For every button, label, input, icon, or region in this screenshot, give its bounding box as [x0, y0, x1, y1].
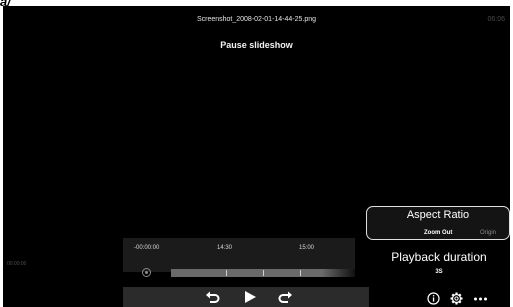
status-clock: 06:06 [487, 16, 505, 23]
more-icon[interactable] [473, 292, 488, 305]
aspect-ratio-title: Aspect Ratio [406, 209, 470, 221]
pause-slideshow-button[interactable]: Pause slideshow [3, 40, 510, 50]
info-icon[interactable] [427, 292, 440, 305]
timeline-tick [263, 270, 264, 276]
undo-icon[interactable] [205, 289, 221, 305]
aspect-ratio-selector[interactable]: Aspect Ratio Zoom Out Origin [366, 206, 510, 240]
timeline-panel: -00:00:00 14:30 15:00 [123, 238, 355, 272]
timeline-tick [226, 270, 227, 276]
playback-controls [123, 287, 369, 307]
play-icon[interactable] [242, 289, 258, 305]
playback-duration-title[interactable]: Playback duration [367, 250, 510, 264]
timeline-track[interactable] [171, 269, 355, 277]
aspect-option-zoom-out[interactable]: Zoom Out [424, 230, 452, 236]
aspect-option-origin[interactable]: Origin [480, 230, 496, 236]
redo-icon[interactable] [277, 289, 293, 305]
timeline-end: 15:00 [299, 245, 315, 251]
image-title: Screenshot_2008-02-01-14-44-25.png [196, 16, 317, 23]
playback-duration-value[interactable]: 3S [367, 269, 510, 275]
elapsed-time: 00:00:00 [7, 261, 27, 267]
timeline-start: -00:00:00 [134, 245, 160, 251]
timeline-tick [300, 270, 301, 276]
marker-icon[interactable] [142, 268, 151, 277]
timeline-mid: 14:30 [217, 245, 233, 251]
gear-icon[interactable] [450, 292, 463, 305]
slideshow-screen[interactable]: Screenshot_2008-02-01-14-44-25.png 06:06… [3, 6, 510, 307]
